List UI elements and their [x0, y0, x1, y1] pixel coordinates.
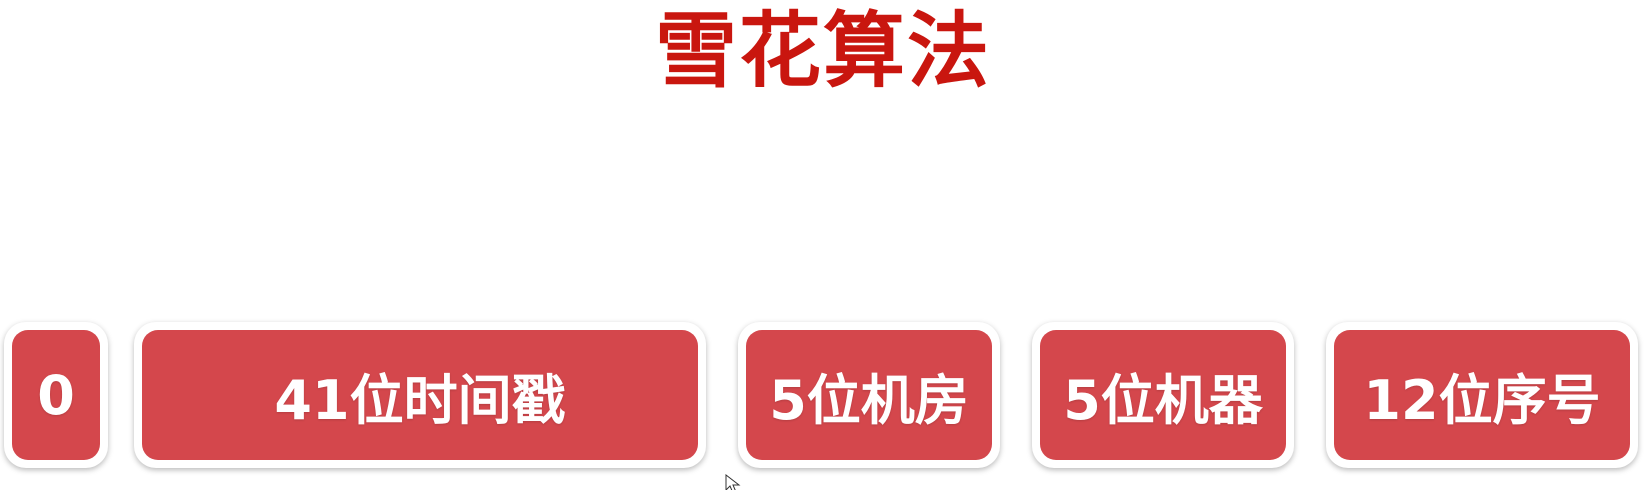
segment-sign-bit: 0	[4, 322, 108, 468]
segment-label: 41位时间戳	[142, 330, 698, 460]
mouse-pointer-icon	[725, 474, 741, 490]
slide: 雪花算法 0 41位时间戳 5位机房 5位机器 12位序号	[0, 0, 1646, 490]
segment-datacenter: 5位机房	[738, 322, 1000, 468]
segment-label: 5位机器	[1040, 330, 1286, 460]
segment-label: 5位机房	[746, 330, 992, 460]
segment-label: 0	[12, 330, 100, 460]
page-title: 雪花算法	[654, 4, 991, 99]
segment-label: 12位序号	[1334, 330, 1630, 460]
segment-timestamp: 41位时间戳	[134, 322, 706, 468]
segment-sequence: 12位序号	[1326, 322, 1638, 468]
segment-machine: 5位机器	[1032, 322, 1294, 468]
